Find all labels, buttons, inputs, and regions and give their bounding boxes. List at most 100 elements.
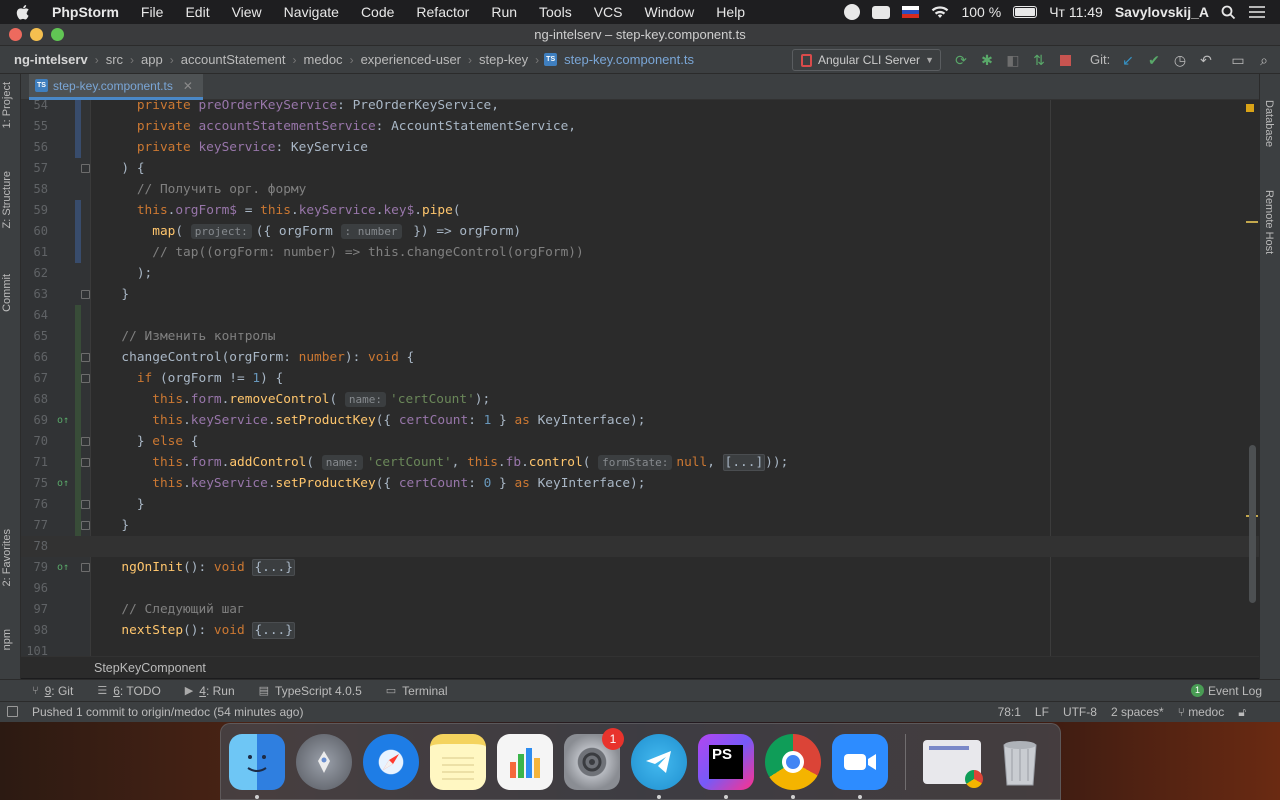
code-line[interactable]: 71 this.form.addControl( name:'certCount… — [21, 452, 1259, 473]
line-number[interactable]: 78 — [21, 536, 48, 557]
line-number[interactable]: 64 — [21, 305, 48, 326]
implements-method-icon[interactable]: o↑ — [57, 562, 69, 573]
implements-method-icon[interactable]: o↑ — [57, 478, 69, 489]
line-number[interactable]: 97 — [21, 599, 48, 620]
code-text[interactable]: ); — [106, 263, 152, 284]
input-source-flag-icon[interactable] — [902, 6, 920, 18]
code-text[interactable]: private keyService: KeyService — [106, 137, 368, 158]
code-text[interactable]: this.keyService.setProductKey({ certCoun… — [106, 473, 645, 494]
caret-position[interactable]: 78:1 — [998, 705, 1021, 719]
code-line[interactable]: 98 nextStep(): void {...} — [21, 620, 1259, 641]
code-line[interactable]: 77 } — [21, 515, 1259, 536]
tool-tab-remote-host[interactable]: Remote Host — [1263, 190, 1275, 254]
file-encoding[interactable]: UTF-8 — [1063, 705, 1097, 719]
line-number[interactable]: 60 — [21, 221, 48, 242]
menu-file[interactable]: File — [130, 4, 175, 20]
code-text[interactable]: this.form.addControl( name:'certCount', … — [106, 452, 788, 473]
tool-tab-structure[interactable]: Z: Structure — [1, 171, 13, 228]
editor-scrollbar[interactable] — [1249, 445, 1256, 603]
code-line[interactable]: 76 } — [21, 494, 1259, 515]
code-line[interactable]: 70 } else { — [21, 431, 1259, 452]
minimize-window-icon[interactable] — [30, 28, 43, 41]
code-line[interactable]: 55 private accountStatementService: Acco… — [21, 116, 1259, 137]
breadcrumb-project[interactable]: ng-intelserv — [12, 52, 90, 67]
code-line[interactable]: 68 this.form.removeControl( name:'certCo… — [21, 389, 1259, 410]
code-line[interactable]: 61 // tap((orgForm: number) => this.chan… — [21, 242, 1259, 263]
line-number[interactable]: 96 — [21, 578, 48, 599]
fold-toggle-icon[interactable] — [81, 563, 90, 572]
apple-icon[interactable] — [0, 4, 46, 20]
user-name[interactable]: Savylovskij_A — [1115, 4, 1209, 20]
line-number[interactable]: 101 — [21, 641, 48, 656]
tool-tab-npm[interactable]: npm — [1, 629, 13, 650]
code-text[interactable]: // tap((orgForm: number) => this.changeC… — [106, 242, 583, 263]
code-line[interactable]: 67 if (orgForm != 1) { — [21, 368, 1259, 389]
code-line[interactable]: 79 o↑ ngOnInit(): void {...} — [21, 557, 1259, 578]
fold-toggle-icon[interactable] — [81, 521, 90, 530]
zoom-window-icon[interactable] — [51, 28, 64, 41]
code-line[interactable]: 97 // Следующий шаг — [21, 599, 1259, 620]
phpstorm-icon[interactable]: PS — [698, 733, 754, 799]
lock-icon[interactable]: 🔓︎ — [1238, 705, 1246, 720]
code-text[interactable]: // Получить орг. форму — [106, 179, 307, 200]
spotlight-search-icon[interactable] — [1221, 5, 1236, 20]
inspection-status-icon[interactable] — [1246, 104, 1254, 112]
status-message[interactable]: Pushed 1 commit to origin/medoc (54 minu… — [0, 705, 303, 719]
code-line[interactable]: 56 private keyService: KeyService — [21, 137, 1259, 158]
git-commit-icon[interactable]: ✔ — [1146, 52, 1162, 68]
vcs-modified-marker[interactable] — [75, 221, 81, 242]
stop-icon[interactable] — [1057, 52, 1073, 68]
line-number[interactable]: 59 — [21, 200, 48, 221]
menu-help[interactable]: Help — [705, 4, 756, 20]
zoom-icon[interactable] — [832, 733, 888, 799]
vcs-modified-marker[interactable] — [75, 137, 81, 158]
error-stripe-mark[interactable] — [1246, 221, 1258, 223]
menu-tools[interactable]: Tools — [528, 4, 583, 20]
code-text[interactable]: } — [106, 284, 129, 305]
clock[interactable]: Чт 11:49 — [1049, 4, 1103, 20]
code-line[interactable]: 58 // Получить орг. форму — [21, 179, 1259, 200]
code-line[interactable]: 65 // Изменить контролы — [21, 326, 1259, 347]
line-number[interactable]: 76 — [21, 494, 48, 515]
toggle-tool-windows-icon[interactable] — [7, 706, 18, 717]
code-line[interactable]: 59 this.orgForm$ = this.keyService.key$.… — [21, 200, 1259, 221]
chrome-icon[interactable] — [765, 733, 821, 799]
debug-icon[interactable]: ✱ — [979, 52, 995, 68]
code-editor[interactable]: 54 private preOrderKeyService: PreOrderK… — [21, 100, 1259, 656]
folded-region[interactable]: [...] — [722, 454, 766, 471]
code-line[interactable]: 60 map( project:({ orgForm : number }) =… — [21, 221, 1259, 242]
line-number[interactable]: 58 — [21, 179, 48, 200]
vcs-modified-marker[interactable] — [75, 242, 81, 263]
line-number[interactable]: 66 — [21, 347, 48, 368]
breadcrumb-step-key[interactable]: step-key — [477, 52, 530, 67]
minimized-window-thumbnail[interactable] — [923, 739, 983, 788]
breadcrumb-medoc[interactable]: medoc — [302, 52, 345, 67]
code-line[interactable]: 101 — [21, 641, 1259, 656]
code-text[interactable]: this.orgForm$ = this.keyService.key$.pip… — [106, 200, 461, 221]
folded-region[interactable]: {...} — [252, 622, 295, 639]
code-line[interactable]: 63 } — [21, 284, 1259, 305]
breadcrumb-app[interactable]: app — [139, 52, 165, 67]
tool-window-git[interactable]: ⑂ 9: Git — [26, 684, 79, 698]
menu-window[interactable]: Window — [634, 4, 706, 20]
control-center-icon[interactable] — [1248, 5, 1266, 19]
code-line[interactable]: 64 — [21, 305, 1259, 326]
finder-icon[interactable] — [229, 733, 285, 799]
line-number[interactable]: 98 — [21, 620, 48, 641]
code-line[interactable]: 78 — [21, 536, 1259, 557]
structure-breadcrumb[interactable]: StepKeyComponent — [21, 656, 1259, 678]
fold-toggle-icon[interactable] — [81, 374, 90, 383]
line-number[interactable]: 67 — [21, 368, 48, 389]
code-text[interactable]: } — [106, 494, 145, 515]
tool-tab-project[interactable]: 1: Project — [1, 82, 13, 128]
code-text[interactable]: map( project:({ orgForm : number }) => o… — [106, 221, 521, 242]
line-number[interactable]: 62 — [21, 263, 48, 284]
trash-icon[interactable] — [992, 734, 1048, 790]
tool-window-terminal[interactable]: ▭ Terminal — [380, 684, 454, 698]
vcs-added-marker[interactable] — [75, 305, 81, 326]
app-menu[interactable]: PhpStorm — [46, 4, 130, 20]
tool-window-run[interactable]: ▶ 4: Run — [179, 684, 241, 698]
notes-icon[interactable] — [430, 733, 486, 790]
event-log-button[interactable]: 1 Event Log — [1190, 684, 1262, 698]
menu-code[interactable]: Code — [350, 4, 405, 20]
